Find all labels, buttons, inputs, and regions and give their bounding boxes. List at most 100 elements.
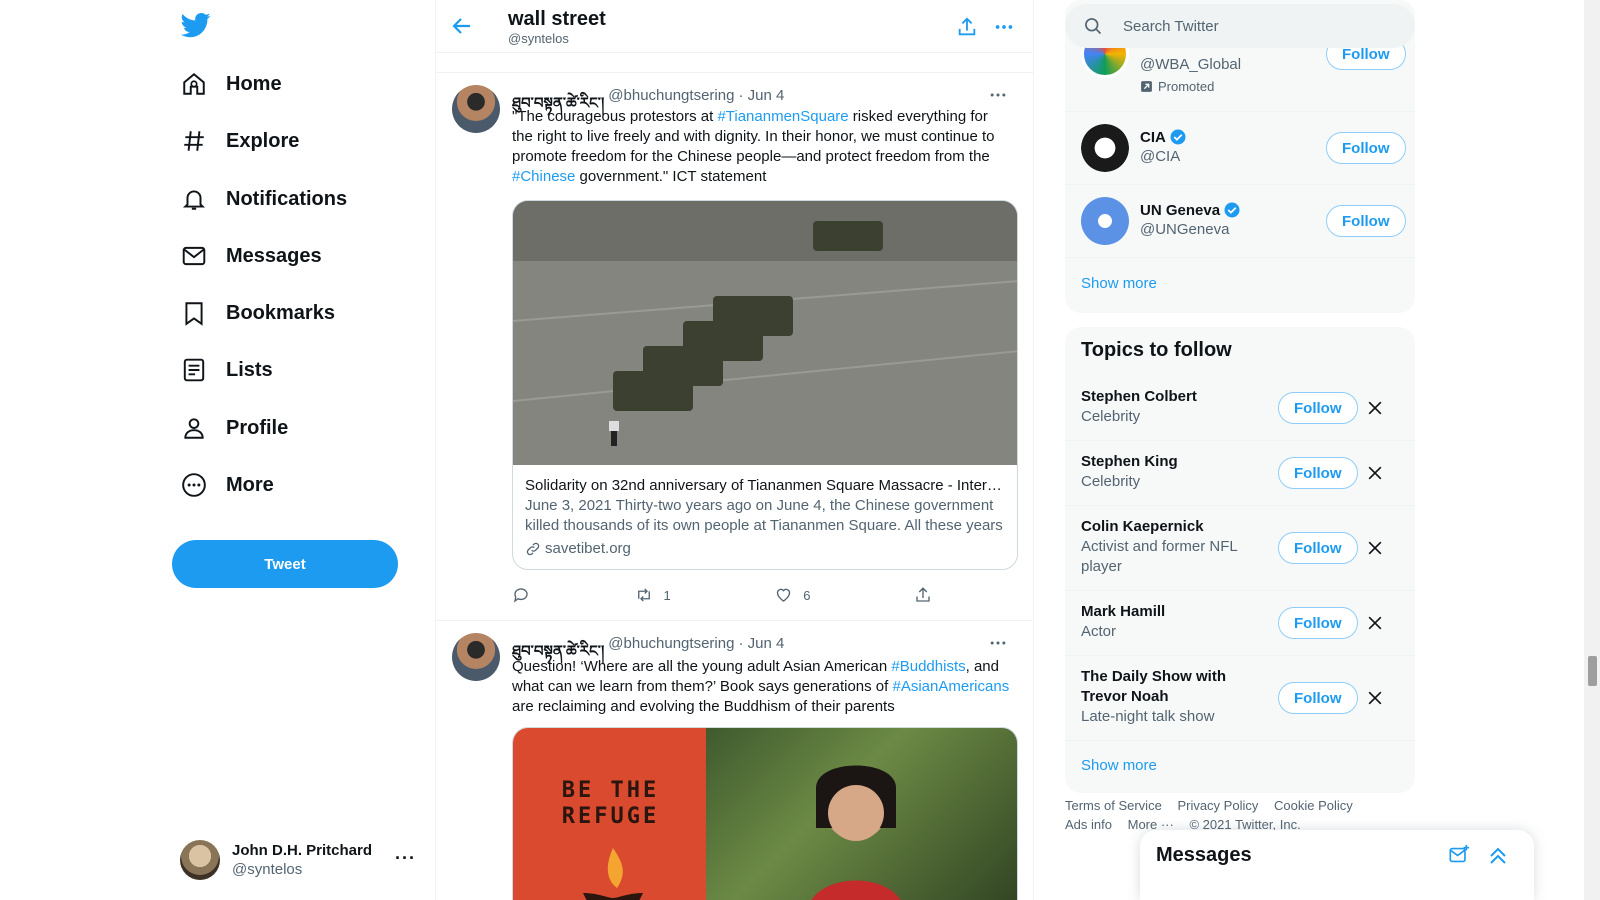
- tweet-actions: 1 6: [512, 585, 932, 605]
- footer-link[interactable]: Ads info: [1065, 817, 1112, 832]
- retweet-button[interactable]: 1: [634, 585, 671, 605]
- tweet-button[interactable]: Tweet: [172, 540, 398, 588]
- footer-link[interactable]: Terms of Service: [1065, 798, 1162, 813]
- more-horizontal-icon[interactable]: [993, 16, 1015, 38]
- dismiss-icon[interactable]: [1365, 538, 1385, 558]
- messages-drawer[interactable]: Messages: [1140, 830, 1534, 900]
- tweet-media[interactable]: BE THE REFUGE: [512, 727, 1018, 900]
- expand-chevron-icon[interactable]: [1486, 844, 1510, 868]
- share-tweet-button[interactable]: [914, 585, 932, 605]
- tweet[interactable]: ཐུབ་བསྟན་ཚེ་རིང་། @bhuchungtsering · Jun…: [436, 621, 1033, 900]
- hashtag-link[interactable]: #Chinese: [512, 168, 575, 185]
- tweet-more-icon[interactable]: [988, 85, 1008, 105]
- nav-notifications[interactable]: Notifications: [180, 177, 347, 221]
- show-more-link[interactable]: Show more: [1081, 275, 1157, 292]
- book-cover-image: BE THE REFUGE: [513, 728, 706, 900]
- account-name: CIA: [1140, 128, 1166, 146]
- suggested-account[interactable]: UN Geneva @UNGeneva Follow: [1065, 185, 1415, 258]
- list-icon: [180, 356, 208, 384]
- flame-hand-icon: [583, 848, 643, 900]
- home-icon: [180, 70, 208, 98]
- footer-links: Terms of Service Privacy Policy Cookie P…: [1065, 796, 1405, 834]
- show-more-link[interactable]: Show more: [1081, 757, 1157, 774]
- envelope-icon: [180, 242, 208, 270]
- tweet-text-segment: Question! ‘Where are all the young adult…: [512, 658, 892, 675]
- account-handle: @CIA: [1140, 148, 1181, 165]
- previous-tweet-partial: [436, 53, 1033, 73]
- page-title: wall street: [508, 8, 606, 30]
- tweet-author-avatar[interactable]: [452, 85, 500, 133]
- like-button[interactable]: 6: [774, 585, 810, 605]
- search-icon: [1085, 18, 1102, 35]
- dismiss-icon[interactable]: [1365, 463, 1385, 483]
- person-icon: [180, 414, 208, 442]
- topic-item[interactable]: Stephen Colbert Celebrity Follow: [1065, 376, 1415, 441]
- promoted-label: Promoted: [1158, 79, 1215, 94]
- follow-button[interactable]: Follow: [1278, 457, 1358, 489]
- link-card[interactable]: Solidarity on 32nd anniversary of Tianan…: [512, 200, 1018, 570]
- hashtag-link[interactable]: #AsianAmericans: [892, 678, 1009, 695]
- share-icon[interactable]: [956, 16, 978, 38]
- topic-item[interactable]: The Daily Show with Trevor Noah Late-nig…: [1065, 656, 1415, 741]
- account-name: John D.H. Pritchard: [232, 842, 373, 859]
- follow-button[interactable]: Follow: [1278, 607, 1358, 639]
- link-icon: [526, 542, 540, 555]
- twitter-logo-icon[interactable]: [181, 10, 211, 40]
- scrollbar[interactable]: [1584, 0, 1600, 900]
- nav-explore-label: Explore: [226, 129, 300, 152]
- new-message-icon[interactable]: [1448, 844, 1470, 866]
- left-navigation: Home Explore Notifications Messages Book…: [0, 0, 436, 900]
- dismiss-icon[interactable]: [1365, 398, 1385, 418]
- nav-bookmarks-label: Bookmarks: [226, 301, 335, 324]
- follow-button[interactable]: Follow: [1278, 682, 1358, 714]
- follow-button[interactable]: Follow: [1326, 205, 1406, 237]
- nav-bookmarks[interactable]: Bookmarks: [180, 291, 335, 335]
- card-image: [513, 201, 1017, 465]
- dismiss-icon[interactable]: [1365, 613, 1385, 633]
- topic-item[interactable]: Stephen King Celebrity Follow: [1065, 441, 1415, 506]
- topic-name: Stephen King: [1081, 453, 1178, 470]
- follow-button[interactable]: Follow: [1278, 532, 1358, 564]
- footer-link[interactable]: Privacy Policy: [1177, 798, 1258, 813]
- follow-button[interactable]: Follow: [1278, 392, 1358, 424]
- nav-profile-label: Profile: [226, 416, 289, 439]
- verified-badge-icon: [1170, 129, 1186, 145]
- right-sidebar: @WBA_Global Promoted Follow CIA @CIA Fol…: [1034, 0, 1600, 900]
- hashtag-link[interactable]: #TiananmenSquare: [717, 108, 848, 125]
- topic-item[interactable]: Colin Kaepernick Activist and former NFL…: [1065, 506, 1415, 591]
- follow-button[interactable]: Follow: [1326, 132, 1406, 164]
- tweet[interactable]: ཐུབ་བསྟན་ཚེ་རིང་། @bhuchungtsering · Jun…: [436, 73, 1033, 621]
- nav-explore[interactable]: Explore: [180, 119, 299, 163]
- back-arrow-icon[interactable]: [450, 14, 474, 38]
- reply-button[interactable]: [512, 585, 530, 605]
- nav-home[interactable]: Home: [180, 62, 282, 106]
- search-box[interactable]: [1065, 4, 1415, 48]
- topic-category: Celebrity: [1081, 408, 1141, 425]
- reply-icon: [513, 588, 528, 603]
- nav-lists[interactable]: Lists: [180, 348, 273, 392]
- nav-more-label: More: [226, 473, 274, 496]
- topic-name: Colin Kaepernick: [1081, 518, 1204, 535]
- tweet-author-avatar[interactable]: [452, 633, 500, 681]
- nav-messages[interactable]: Messages: [180, 234, 322, 278]
- hashtag-link[interactable]: #Buddhists: [891, 658, 965, 675]
- footer-link[interactable]: Cookie Policy: [1274, 798, 1353, 813]
- tweet-more-icon[interactable]: [988, 633, 1008, 653]
- bell-icon: [180, 185, 208, 213]
- suggested-account[interactable]: CIA @CIA Follow: [1065, 112, 1415, 185]
- nav-notifications-label: Notifications: [226, 187, 348, 210]
- topic-name: Mark Hamill: [1081, 603, 1166, 620]
- account-handle: @UNGeneva: [1140, 221, 1230, 238]
- hashtag-icon: [180, 127, 208, 155]
- nav-more[interactable]: More: [180, 463, 274, 507]
- card-source: savetibet.org: [545, 540, 631, 557]
- nav-profile[interactable]: Profile: [180, 406, 288, 450]
- scrollbar-thumb[interactable]: [1588, 656, 1597, 686]
- search-input[interactable]: [1123, 17, 1383, 35]
- heart-icon: [777, 588, 791, 602]
- main-timeline: wall street @syntelos ཐུབ་བསྟན་ཚེ་རིང་། …: [436, 0, 1034, 900]
- share-icon: [916, 587, 930, 602]
- topic-item[interactable]: Mark Hamill Actor Follow: [1065, 591, 1415, 656]
- account-switcher[interactable]: John D.H. Pritchard @syntelos ···: [180, 832, 416, 888]
- dismiss-icon[interactable]: [1365, 688, 1385, 708]
